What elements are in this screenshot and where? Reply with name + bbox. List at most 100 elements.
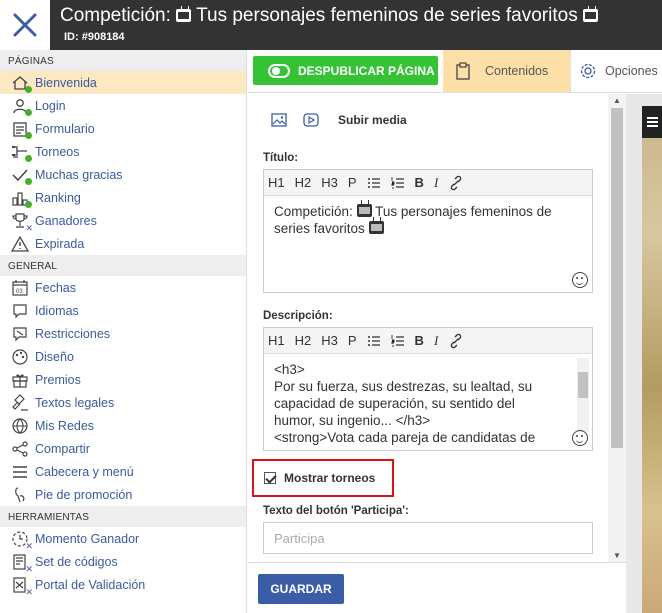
sidebar-item-label: Mis Redes <box>35 418 95 433</box>
description-editor-toolbar: H1 H2 H3 P B I <box>264 328 592 354</box>
sidebar-item-label: Cabecera y menú <box>35 464 134 479</box>
paragraph-button[interactable]: P <box>348 175 357 190</box>
svg-text:03: 03 <box>16 289 23 295</box>
bold-button[interactable]: B <box>415 333 424 348</box>
sidebar-item-momento-ganador[interactable]: ✕ Momento Ganador <box>0 527 246 550</box>
media-row: Subir media <box>270 111 407 129</box>
preview-hamburger-icon[interactable] <box>642 106 662 138</box>
show-tournaments-checkbox[interactable] <box>264 472 276 484</box>
close-button[interactable] <box>0 0 50 50</box>
sidebar-item-label: Premios <box>35 372 81 387</box>
check-icon <box>11 166 32 185</box>
sidebar-item-fechas[interactable]: 03 Fechas <box>0 276 246 299</box>
sidebar-item-muchas-gracias[interactable]: Muchas gracias <box>0 163 246 186</box>
video-icon[interactable] <box>302 111 320 129</box>
description-scrollbar[interactable] <box>577 358 589 432</box>
ranking-icon <box>11 189 32 208</box>
sidebar-item-formulario[interactable]: Formulario <box>0 117 246 140</box>
sidebar-item-diseno[interactable]: Diseño <box>0 345 246 368</box>
sidebar-item-restricciones[interactable]: Restricciones <box>0 322 246 345</box>
sidebar-item-ranking[interactable]: Ranking <box>0 186 246 209</box>
sidebar-item-label: Muchas gracias <box>35 167 123 182</box>
sidebar-item-cabecera-menu[interactable]: Cabecera y menú <box>0 460 246 483</box>
unpublish-button[interactable]: DESPUBLICAR PÁGINA <box>253 56 438 85</box>
scroll-up-arrow-icon[interactable]: ▲ <box>613 96 621 105</box>
page-title: Competición: Tus personajes femeninos de… <box>60 5 598 27</box>
calendar-icon: 03 <box>11 279 29 297</box>
sidebar-item-label: Momento Ganador <box>35 531 140 546</box>
bullet-list-icon[interactable] <box>367 333 381 349</box>
emoji-icon[interactable] <box>572 430 588 446</box>
tab-contents-label: Contenidos <box>485 64 549 78</box>
link-icon[interactable] <box>448 332 464 349</box>
clock-icon: ✕ <box>11 530 33 550</box>
sidebar-item-textos-legales[interactable]: Textos legales <box>0 391 246 414</box>
emoji-icon[interactable] <box>572 272 588 288</box>
title-text-prefix: Competición: <box>274 204 353 219</box>
page-id: ID: #908184 <box>64 31 125 43</box>
trophy-icon: ✕ <box>11 212 33 232</box>
sidebar-item-label: Textos legales <box>35 395 115 410</box>
tab-contents[interactable]: Contenidos <box>443 50 570 92</box>
sidebar-item-label: Portal de Validación <box>35 577 146 592</box>
status-dot <box>25 200 32 208</box>
share-icon <box>11 440 29 458</box>
sidebar-item-pie-promocion[interactable]: Pie de promoción <box>0 483 246 506</box>
palette-icon <box>11 348 29 366</box>
title-editor: H1 H2 H3 P B I Competición: Tus personaj… <box>263 169 593 293</box>
show-tournaments-label[interactable]: Mostrar torneos <box>284 471 375 485</box>
participate-input[interactable]: Participa <box>263 522 593 554</box>
clipboard-icon <box>456 62 470 80</box>
sidebar-item-label: Expirada <box>35 236 85 251</box>
h1-button[interactable]: H1 <box>268 333 285 348</box>
sidebar-item-idiomas[interactable]: Idiomas <box>0 299 246 322</box>
h2-button[interactable]: H2 <box>295 175 312 190</box>
description-editor-body[interactable]: <h3> Por su fuerza, sus destrezas, su le… <box>264 354 592 450</box>
user-icon <box>11 97 32 116</box>
tv-icon <box>583 9 598 22</box>
h1-button[interactable]: H1 <box>268 175 285 190</box>
sidebar-item-premios[interactable]: Premios <box>0 368 246 391</box>
section-label-general: GENERAL <box>0 255 246 276</box>
numbered-list-icon[interactable] <box>391 175 405 191</box>
italic-button[interactable]: I <box>434 175 438 191</box>
sidebar-item-ganadores[interactable]: ✕ Ganadores <box>0 209 246 232</box>
sidebar-item-set-codigos[interactable]: ✕ Set de códigos <box>0 550 246 573</box>
bullet-list-icon[interactable] <box>367 175 381 191</box>
title-prefix: Competición: <box>60 5 171 26</box>
panel-scroll-thumb[interactable] <box>611 108 623 448</box>
paragraph-button[interactable]: P <box>348 333 357 348</box>
save-button[interactable]: GUARDAR <box>258 574 344 604</box>
panel-scrollbar[interactable]: ▲ ▼ <box>608 94 626 562</box>
sidebar-item-label: Torneos <box>35 144 80 159</box>
description-scroll-thumb[interactable] <box>578 372 588 398</box>
sidebar-item-label: Idiomas <box>35 303 79 318</box>
sidebar-item-torneos[interactable]: Torneos <box>0 140 246 163</box>
warning-icon <box>10 235 30 253</box>
upload-media-link[interactable]: Subir media <box>338 113 407 127</box>
sidebar-item-label: Compartir <box>35 441 90 456</box>
h2-button[interactable]: H2 <box>295 333 312 348</box>
title-editor-body[interactable]: Competición: Tus personajes femeninos de… <box>264 196 592 292</box>
sidebar-item-login[interactable]: Login <box>0 94 246 117</box>
tv-icon <box>356 204 372 217</box>
sidebar-item-mis-redes[interactable]: Mis Redes <box>0 414 246 437</box>
numbered-list-icon[interactable] <box>391 333 405 349</box>
content-topbar: DESPUBLICAR PÁGINA Contenidos Opciones <box>248 50 662 93</box>
sidebar-item-expirada[interactable]: Expirada <box>0 232 246 255</box>
h3-button[interactable]: H3 <box>321 175 338 190</box>
status-dot <box>25 177 32 185</box>
link-icon[interactable] <box>448 174 464 191</box>
sidebar-item-bienvenida[interactable]: Bienvenida <box>0 71 246 94</box>
h3-button[interactable]: H3 <box>321 333 338 348</box>
sidebar-item-label: Formulario <box>35 121 95 136</box>
portal-icon: ✕ <box>11 576 33 596</box>
image-icon[interactable] <box>270 111 288 129</box>
title-label: Título: <box>263 152 299 164</box>
tab-options[interactable]: Opciones <box>570 50 662 92</box>
sidebar-item-compartir[interactable]: Compartir <box>0 437 246 460</box>
sidebar-item-portal-validacion[interactable]: ✕ Portal de Validación <box>0 573 246 596</box>
italic-button[interactable]: I <box>434 333 438 349</box>
bold-button[interactable]: B <box>415 175 424 190</box>
scroll-down-arrow-icon[interactable]: ▼ <box>613 551 621 560</box>
